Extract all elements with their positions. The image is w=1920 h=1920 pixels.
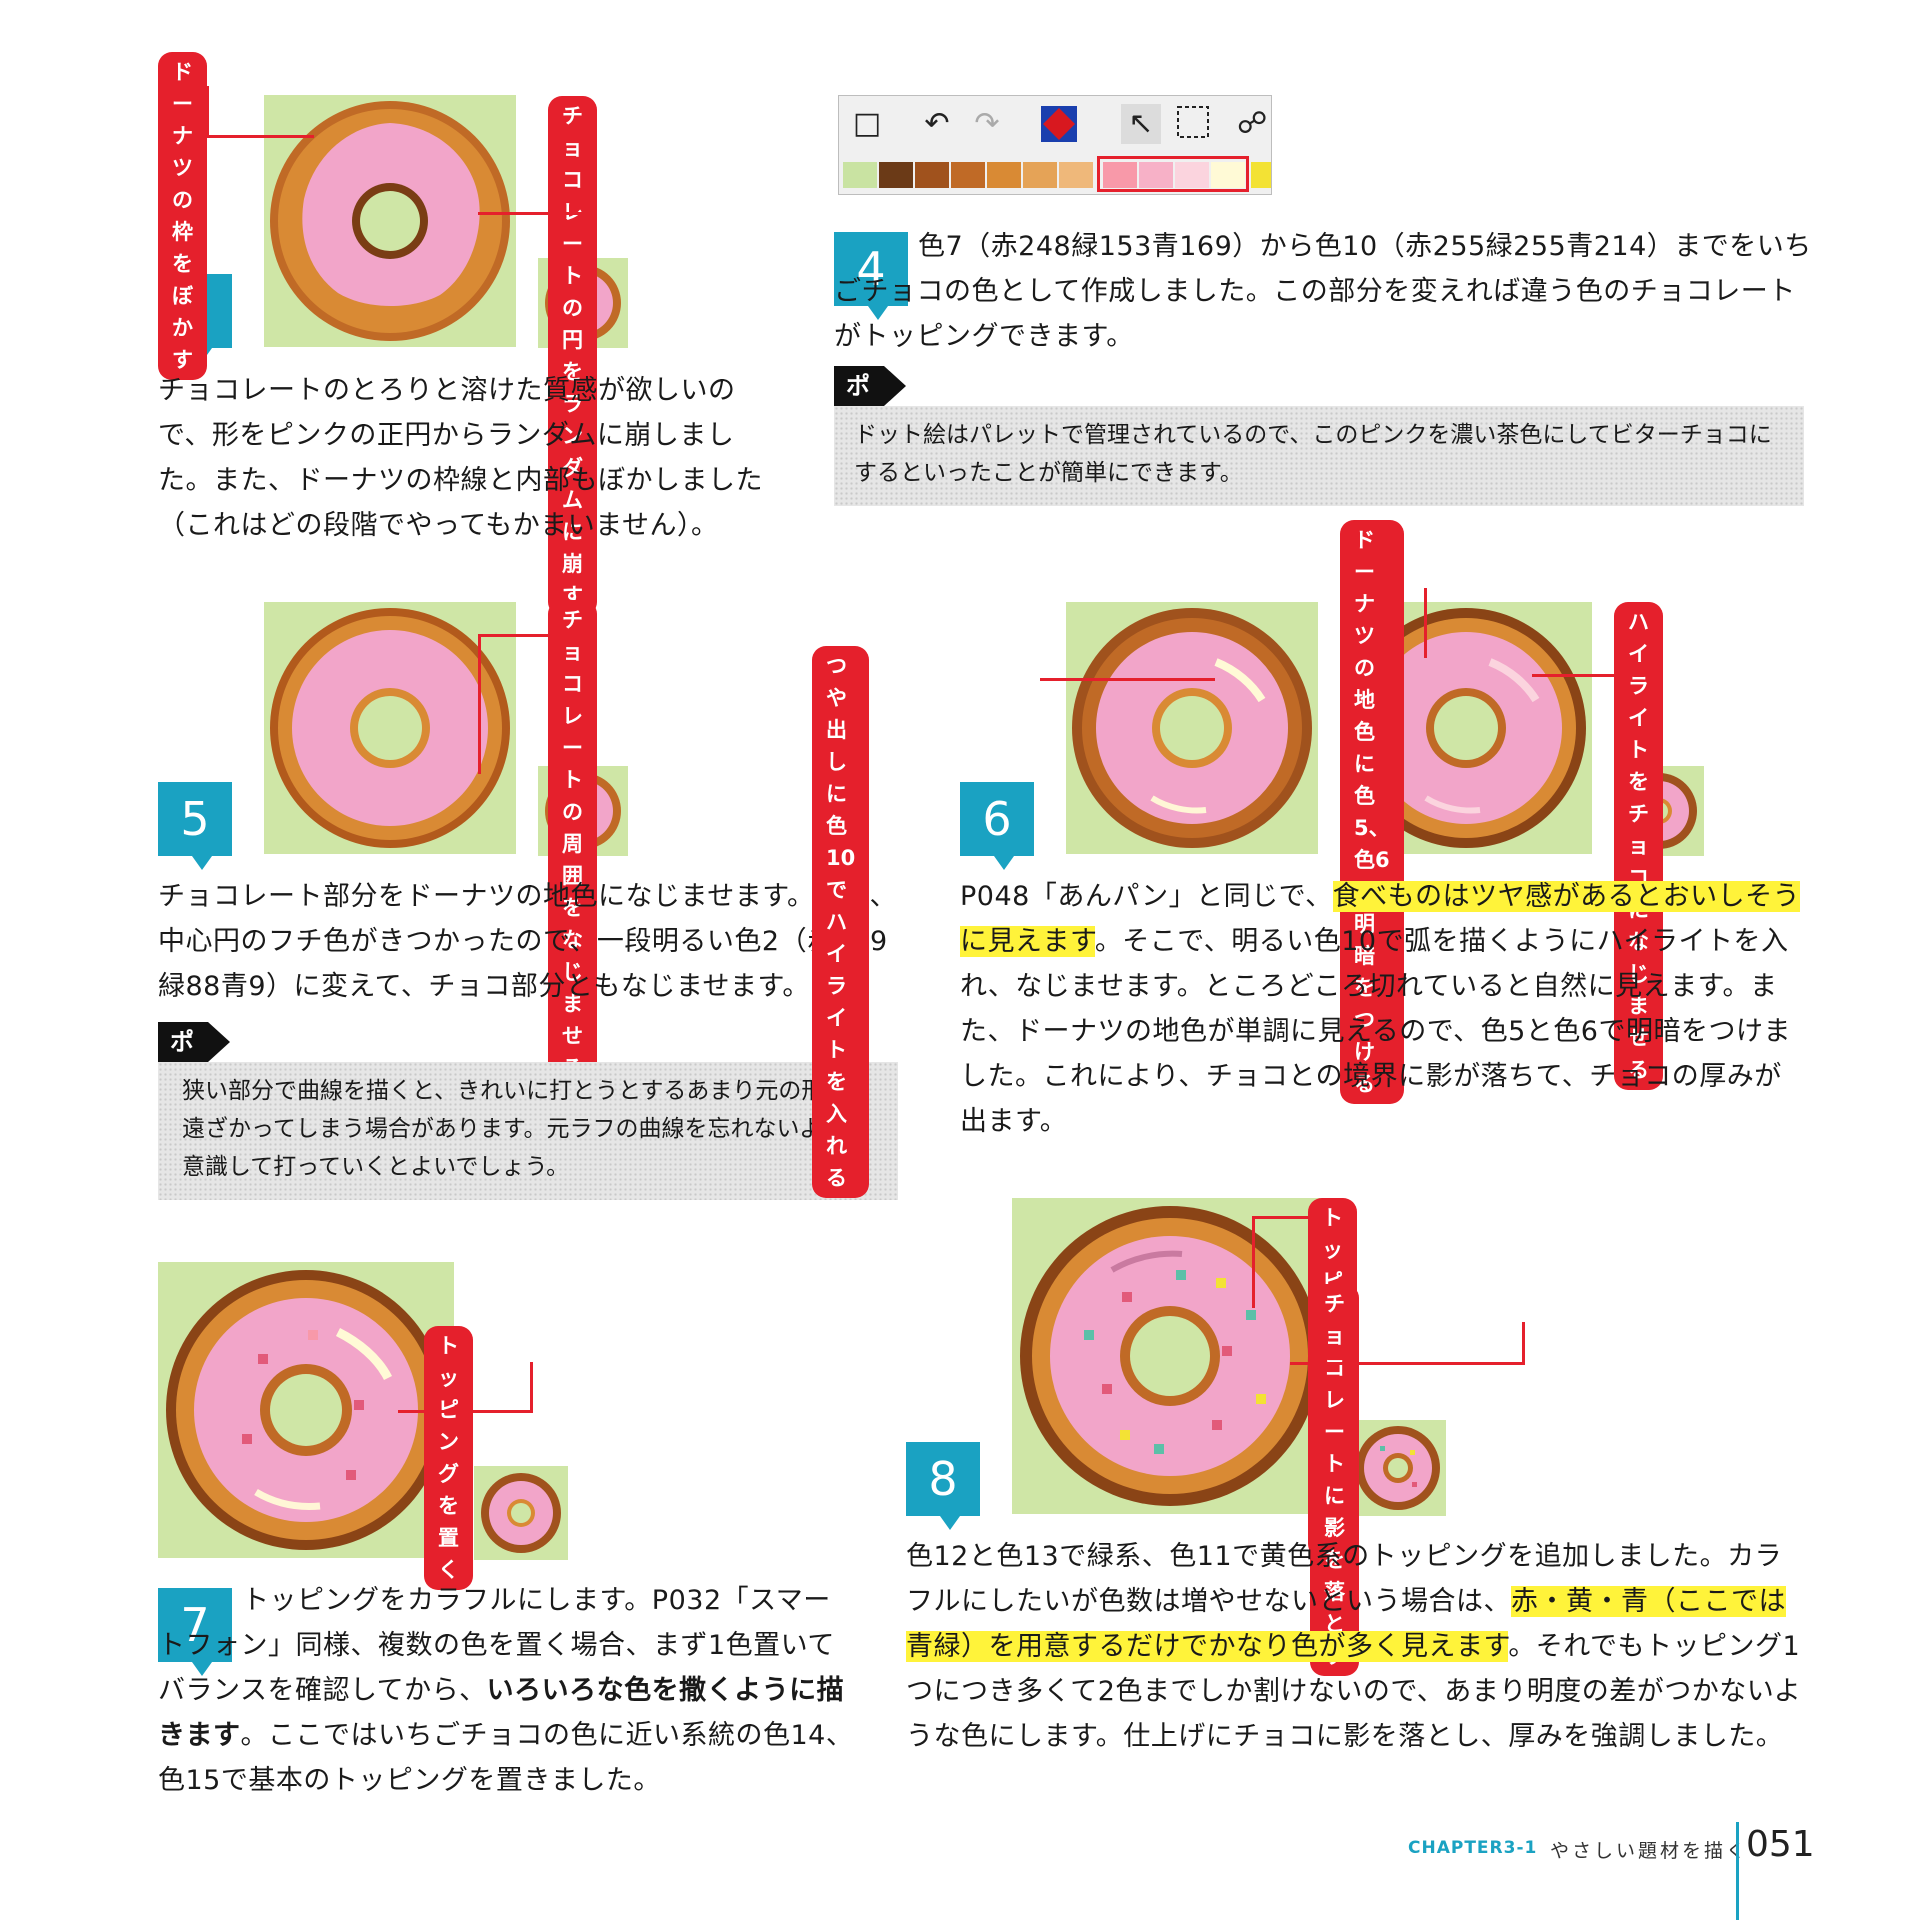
step-5-leader-line-h: [478, 634, 550, 637]
step-4-text: 色7（赤248緑153青169）から色10（赤255緑255青214）までをいち…: [834, 224, 1814, 359]
step-5-point-text: 狭い部分で曲線を描くと、きれいに打とうとするあまり元の形から遠ざかってしまう場合…: [158, 1062, 898, 1200]
step-6-leader-line-c: [1532, 674, 1616, 677]
lock-icon[interactable]: ☍: [1237, 104, 1267, 144]
step-6-text-after: 。そこで、明るい色10で弧を描くようにハイライトを入れ、なじませます。ところどこ…: [960, 926, 1791, 1137]
step-3-callout-blur: ドーナツの枠をぼかす: [158, 52, 207, 380]
step-8-leader-line-b-v: [1522, 1322, 1525, 1364]
new-page-icon[interactable]: □: [847, 104, 887, 144]
step-3-leader-line-b-h: [478, 212, 593, 215]
footer-divider: [1736, 1822, 1739, 1920]
step-6-text: P048「あんパン」と同じで、食べものはツヤ感があるとおいしそうに見えます。そこ…: [960, 874, 1806, 1144]
step-6-number: 6: [960, 782, 1034, 870]
step-6-text-before: P048「あんパン」と同じで、: [960, 881, 1333, 912]
step-7-text: トッピングをカラフルにします。P032「スマートフォン」同様、複数の色を置く場合…: [158, 1578, 858, 1803]
palette-swatch-6[interactable]: [1059, 162, 1093, 188]
step-5-callout: チョコレートの 周囲をなじませる: [548, 600, 597, 1088]
step-3-donut-image: [264, 95, 516, 347]
step-5-number: 5: [158, 782, 232, 870]
step-8-leader-line-a-h: [1252, 1216, 1310, 1219]
step-3-leader-line-a-v: [206, 86, 209, 138]
undo-icon[interactable]: ↶: [917, 104, 957, 144]
palette-swatch-0[interactable]: [843, 162, 877, 188]
step-7-thumbnail: [474, 1466, 568, 1560]
step-3-text: チョコレートのとろりと溶けた質感が欲しいので、形をピンクの正円からランダムに崩し…: [158, 375, 763, 541]
step-7-leader-line-h: [398, 1410, 533, 1413]
palette-swatch-4[interactable]: [987, 162, 1021, 188]
step-5-point-label: ポイント: [158, 1022, 230, 1176]
step-6-callout-highlight: つや出しに色10で ハイライトを入れる: [812, 646, 870, 1198]
cursor-icon[interactable]: ↖: [1121, 104, 1161, 144]
step-6-donut-image-a: [1066, 602, 1318, 854]
step-8-number: 8: [906, 1442, 980, 1530]
step-8-leader-line-b-h: [1290, 1362, 1525, 1365]
step-8-donut-image: [1012, 1198, 1328, 1514]
step-4-point-label: ポイント: [834, 366, 906, 520]
palette-swatch-1[interactable]: [879, 162, 913, 188]
step-3-leader-line-a-h: [206, 135, 314, 138]
step-8-thumbnail: [1350, 1420, 1446, 1516]
palette-swatch-3[interactable]: [951, 162, 985, 188]
step-4-point-text: ドット絵はパレットで管理されているので、このピンクを濃い茶色にしてビターチョコに…: [834, 406, 1804, 506]
step-6-leader-line-b: [1424, 588, 1427, 658]
palette-swatch-11[interactable]: [1251, 162, 1271, 188]
step-5-leader-line-v: [478, 634, 481, 774]
palette-icon[interactable]: [1039, 104, 1079, 144]
step-8-text: 色12と色13で緑系、色11で黄色系のトッピングを追加しました。カラフルにしたい…: [906, 1534, 1806, 1759]
footer-page-number: 051: [1746, 1824, 1815, 1865]
footer-chapter-title: やさしい題材を描く: [1550, 1840, 1749, 1862]
step-7-text-after: 。ここではいちごチョコの色に近い系統の色14、色15で基本のトッピングを置きまし…: [158, 1720, 854, 1796]
marquee-icon[interactable]: [1173, 104, 1213, 144]
step-7-callout: トッピングを置く: [424, 1326, 473, 1590]
step-6-leader-line-a: [1040, 678, 1215, 681]
footer-chapter-label: CHAPTER3-1: [1408, 1838, 1538, 1858]
palette-swatch-2[interactable]: [915, 162, 949, 188]
redo-icon[interactable]: ↷: [967, 104, 1007, 144]
step-3-leader-line-b-v: [590, 164, 593, 214]
palette-toolbar: □ ↶ ↷ ↖ ☍: [838, 95, 1272, 195]
palette-swatch-5[interactable]: [1023, 162, 1057, 188]
step-5-text: チョコレート部分をドーナツの地色になじませます。また、中心円のフチ色がきつかった…: [158, 881, 897, 1002]
step-8-leader-line-a-v: [1252, 1216, 1255, 1308]
step-4-text-content: 色7（赤248緑153青169）から色10（赤255緑255青214）までをいち…: [834, 231, 1812, 352]
step-7-leader-line-v: [530, 1362, 533, 1412]
palette-selection-box: [1097, 156, 1249, 192]
